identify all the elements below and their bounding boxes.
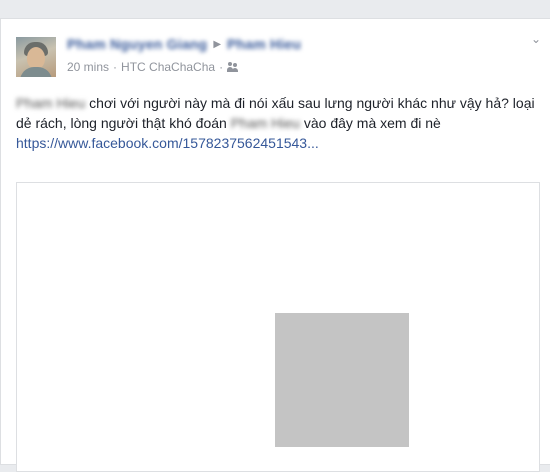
post-text: Pham Hieu chơi với người này mà đi nói x… bbox=[16, 93, 541, 153]
avatar[interactable] bbox=[16, 37, 56, 77]
author-name-link[interactable]: Pham Nguyen Giang bbox=[67, 36, 207, 52]
link-attachment[interactable] bbox=[16, 182, 540, 472]
meta-separator: · bbox=[113, 60, 118, 74]
post-text-part: vào đây mà xem đi nè bbox=[299, 115, 441, 131]
post-header: Pham Nguyen Giang ▶ Pham Hieu bbox=[67, 35, 301, 53]
post-time-link[interactable]: 20 mins bbox=[67, 60, 109, 74]
mention-link[interactable]: Pham Hieu bbox=[231, 115, 300, 131]
attachment-image-placeholder[interactable] bbox=[275, 313, 409, 447]
meta-separator: · bbox=[219, 60, 224, 74]
post-card: Pham Nguyen Giang ▶ Pham Hieu 20 mins · … bbox=[0, 18, 550, 472]
post-link[interactable]: https://www.facebook.com/157823756245154… bbox=[16, 135, 319, 151]
triangle-right-icon: ▶ bbox=[213, 38, 222, 50]
post-meta: 20 mins · HTC ChaChaCha · bbox=[67, 59, 239, 75]
mention-link[interactable]: Pham Hieu bbox=[16, 95, 85, 111]
chevron-down-icon[interactable]: ⌄ bbox=[530, 33, 542, 45]
target-name-link[interactable]: Pham Hieu bbox=[227, 36, 301, 52]
friends-icon[interactable] bbox=[227, 62, 239, 72]
post-device: HTC ChaChaCha bbox=[121, 60, 216, 74]
